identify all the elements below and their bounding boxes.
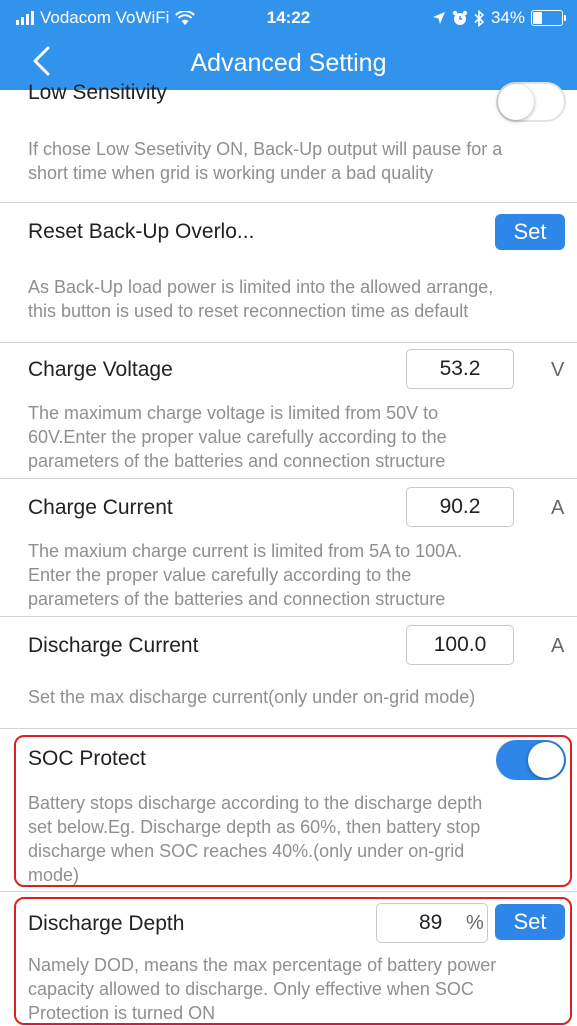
reset-backup-description: As Back-Up load power is limited into th…: [28, 277, 494, 321]
discharge-depth-set-button[interactable]: Set: [495, 904, 565, 940]
status-bar: Vodacom VoWiFi 14:22 34%: [0, 0, 577, 36]
soc-protect-label: SOC Protect: [28, 747, 146, 770]
battery-percent: 34%: [490, 8, 525, 27]
soc-protect-toggle[interactable]: [496, 740, 566, 780]
charge-voltage-label: Charge Voltage: [28, 358, 173, 381]
discharge-depth-description: Namely DOD, means the max percentage of …: [28, 955, 497, 1023]
discharge-current-label: Discharge Current: [28, 634, 199, 657]
discharge-current-unit: A: [551, 635, 565, 657]
discharge-depth-unit: %: [466, 912, 484, 934]
soc-protect-description: Battery stops discharge according to the…: [28, 793, 483, 885]
charge-voltage-unit: V: [551, 359, 565, 381]
divider: [0, 202, 577, 203]
settings-list[interactable]: Low Sensitivity If chose Low Sesetivity …: [0, 81, 577, 1026]
page-title: Advanced Setting: [190, 49, 387, 77]
location-arrow-icon: [432, 12, 445, 24]
battery-icon: [531, 10, 566, 26]
low-sensitivity-label: Low Sensitivity: [28, 81, 167, 104]
charge-voltage-description: The maximum charge voltage is limited fr…: [28, 403, 447, 471]
alarm-icon: [452, 10, 468, 25]
discharge-depth-value: 89: [419, 911, 443, 934]
app-header: Vodacom VoWiFi 14:22 34% Advanced Settin…: [0, 0, 577, 90]
low-sensitivity-toggle[interactable]: [496, 82, 566, 122]
discharge-current-description: Set the max discharge current(only under…: [28, 687, 476, 707]
discharge-current-input[interactable]: 100.0: [406, 625, 514, 665]
divider: [0, 891, 577, 892]
charge-current-label: Charge Current: [28, 496, 173, 519]
discharge-depth-label: Discharge Depth: [28, 912, 185, 935]
charge-current-description: The maxium charge current is limited fro…: [28, 541, 463, 609]
charge-current-input[interactable]: 90.2: [406, 487, 514, 527]
bluetooth-icon: [474, 9, 485, 27]
divider: [0, 728, 577, 729]
charge-voltage-input[interactable]: 53.2: [406, 349, 514, 389]
charge-current-unit: A: [551, 497, 565, 519]
low-sensitivity-description: If chose Low Sesetivity ON, Back-Up outp…: [28, 139, 503, 183]
divider: [0, 616, 577, 617]
divider: [0, 342, 577, 343]
reset-backup-label: Reset Back-Up Overlo...: [28, 220, 255, 243]
divider: [0, 478, 577, 479]
reset-backup-set-button[interactable]: Set: [495, 214, 565, 250]
